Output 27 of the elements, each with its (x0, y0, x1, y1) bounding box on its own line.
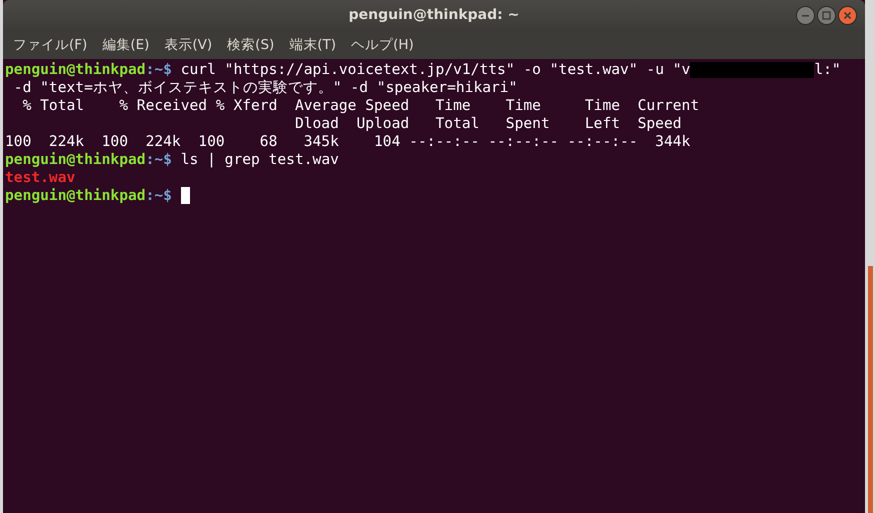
menu-item[interactable]: 検索(S) (227, 36, 274, 54)
menu-item[interactable]: 端末(T) (289, 36, 336, 54)
terminal-text: % Total % Received % Xferd Average Speed Time Time Time Current (22, 97, 700, 115)
maximize-button[interactable] (817, 6, 836, 25)
cursor (180, 187, 190, 204)
terminal-text: l:" (814, 61, 841, 79)
prompt-user: penguin@thinkpad (5, 187, 146, 205)
terminal-text: Dload Upload Total Spent Left Speed (294, 115, 682, 133)
terminal-text: 100 224k 100 224k 100 68 345k 104 --:--:-- --:--:-- --:--:-- 344k (5, 133, 690, 151)
prompt-path: :~$ (146, 61, 172, 79)
menu-item[interactable]: ファイル(F) (13, 36, 88, 54)
prompt-user: penguin@thinkpad (5, 61, 146, 79)
minimize-button[interactable] (796, 6, 815, 25)
terminal-text: curl "https://api.voicetext.jp/v1/tts" -o "test.wav" -u "v (180, 61, 690, 79)
window-title: penguin@thinkpad: ~ (348, 7, 520, 23)
close-icon (843, 11, 852, 20)
menu-item[interactable]: 編集(E) (102, 36, 150, 54)
prompt-path: :~$ (146, 151, 172, 169)
menu-item[interactable]: ヘルプ(H) (351, 36, 414, 54)
terminal-text: ls | grep test.wav (180, 151, 339, 169)
prompt-path: :~$ (146, 187, 172, 205)
prompt-user: penguin@thinkpad (5, 151, 146, 169)
terminal-text: -d "text=ホヤ、ボイステキストの実験です。" -d "speaker=hikari" (12, 79, 518, 97)
menu-item[interactable]: 表示(V) (164, 36, 212, 54)
maximize-icon (822, 11, 831, 20)
output-filename: test.wav (5, 169, 76, 187)
close-button[interactable] (838, 6, 857, 25)
